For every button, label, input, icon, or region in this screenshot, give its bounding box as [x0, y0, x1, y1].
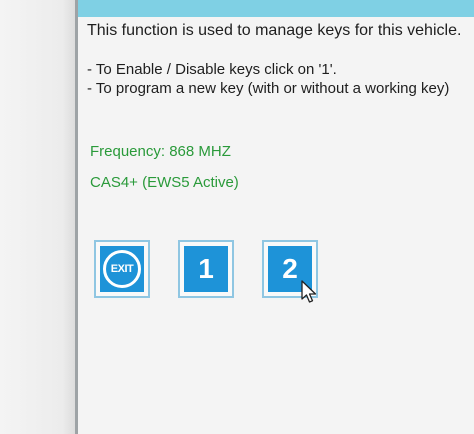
- function-description: This function is used to manage keys for…: [87, 22, 462, 39]
- frequency-label: Frequency: 868 MHZ: [90, 143, 231, 160]
- header-band: [78, 0, 474, 17]
- instruction-program-key: - To program a new key (with or without …: [87, 80, 450, 97]
- exit-icon: EXIT: [103, 250, 141, 288]
- mouse-pointer-icon: [301, 280, 317, 303]
- instruction-enable-disable: - To Enable / Disable keys click on '1'.: [87, 61, 337, 78]
- exit-icon-label: EXIT: [110, 263, 134, 275]
- module-status-label: CAS4+ (EWS5 Active): [90, 174, 239, 191]
- key-option-1-label: 1: [184, 246, 228, 292]
- exit-button[interactable]: EXIT: [94, 240, 150, 298]
- key-option-1-button[interactable]: 1: [178, 240, 234, 298]
- left-panel: [0, 0, 78, 434]
